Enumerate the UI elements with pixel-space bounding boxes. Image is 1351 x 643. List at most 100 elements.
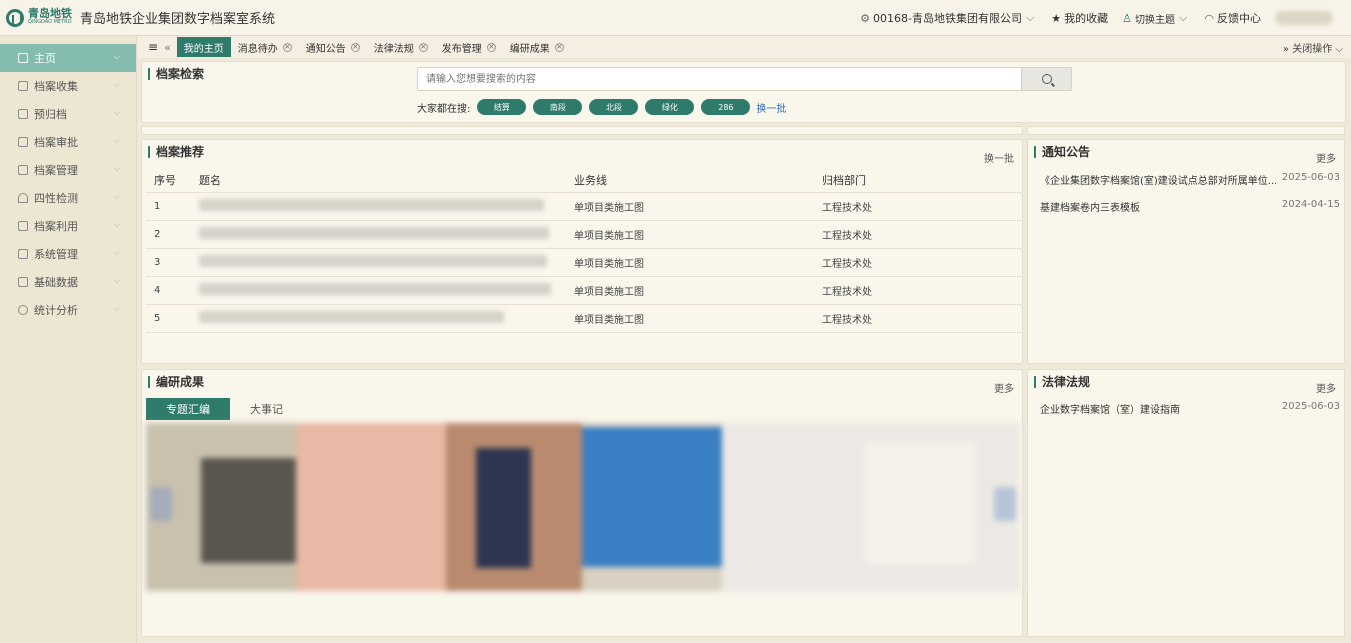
tab-bar: ≡ « 我的主页 消息待办 × 通知公告 × 法律法规 × 发布管理 × 编研成… (138, 36, 1351, 58)
tab-publish[interactable]: 发布管理 × (435, 37, 503, 57)
tab-research[interactable]: 编研成果 × (503, 37, 571, 57)
carousel-slide[interactable] (201, 458, 296, 563)
image-carousel[interactable] (146, 423, 1020, 591)
search-button[interactable] (1021, 68, 1071, 90)
title-blurred[interactable] (199, 198, 544, 211)
sidebar-item-collection[interactable]: 档案收集 ⌵ (0, 72, 136, 100)
scroll-left-icon[interactable]: « (164, 41, 171, 54)
close-operations-dropdown[interactable]: » 关闭操作 ⌵ (1283, 40, 1343, 55)
table-row[interactable]: 2 单项目类施工图 工程技术处 (146, 220, 1022, 249)
carousel-slide[interactable] (476, 448, 531, 568)
search-input[interactable] (418, 68, 1018, 90)
table-header-row: 序号 题名 业务线 归档部门 (146, 168, 1022, 193)
tab-messages[interactable]: 消息待办 × (231, 37, 299, 57)
tab-label: 消息待办 (237, 43, 278, 55)
approve-icon (18, 137, 28, 147)
chevron-down-icon: ⌵ (1335, 44, 1343, 55)
carousel-slide[interactable] (582, 427, 722, 567)
org-selector[interactable]: ⚙ 00168-青岛地铁集团有限公司 ⌵ (860, 10, 1037, 26)
carousel-slide[interactable] (866, 443, 976, 563)
laws-panel: 法律法规 更多 企业数字档案馆（室）建设指南 2025-06-03 (1027, 369, 1345, 637)
refresh-hot-link[interactable]: 换一批 (756, 100, 786, 115)
sidebar-item-base-data[interactable]: 基础数据 ⌵ (0, 268, 136, 296)
tab-my-home[interactable]: 我的主页 (176, 37, 231, 57)
carousel-prev-button[interactable] (150, 487, 172, 521)
hot-tag[interactable]: 绿化 (645, 99, 695, 115)
sidebar-item-label: 四性检测 (34, 192, 78, 205)
notice-title[interactable]: 《企业集团数字档案馆(室)建设试点总部对所属单位... (1040, 172, 1276, 199)
hot-tag[interactable]: 南段 (533, 99, 583, 115)
business-line: 单项目类施工图 (574, 248, 822, 277)
sidebar-item-label: 主页 (34, 52, 56, 65)
sidebar-item-approval[interactable]: 档案审批 ⌵ (0, 128, 136, 156)
list-item[interactable]: 基建档案卷内三表模板 2024-04-15 (1040, 199, 1340, 226)
headset-icon: ◠ (1204, 11, 1214, 25)
table-row[interactable]: 4 单项目类施工图 工程技术处 (146, 276, 1022, 305)
feedback-link[interactable]: ◠ 反馈中心 (1204, 10, 1261, 26)
star-icon: ★ (1051, 11, 1062, 25)
metro-logo-icon (6, 8, 24, 27)
tab-notices[interactable]: 通知公告 × (299, 37, 367, 57)
laws-more-link[interactable]: 更多 (1316, 380, 1336, 395)
hot-tag[interactable]: 北段 (589, 99, 639, 115)
chevron-down-icon: ⌵ (113, 192, 120, 201)
sidebar-item-utilization[interactable]: 档案利用 ⌵ (0, 212, 136, 240)
column-header: 序号 (146, 168, 199, 193)
close-icon[interactable]: × (282, 42, 292, 52)
research-subtabs: 专题汇编 大事记 (146, 398, 303, 420)
logo-name: 青岛地铁 (28, 6, 72, 20)
column-header: 题名 (199, 168, 574, 193)
tab-label: 法律法规 (373, 43, 414, 55)
logo-name-en: QINGDAO METRO (28, 18, 72, 25)
pie-icon (18, 305, 28, 315)
subtab-topic-compilation[interactable]: 专题汇编 (146, 398, 230, 420)
title-blurred[interactable] (199, 282, 551, 295)
sidebar-item-statistics[interactable]: 统计分析 ⌵ (0, 296, 136, 324)
hot-tag[interactable]: 286 (701, 99, 751, 115)
sidebar-item-home[interactable]: 主页 ⌵ (0, 44, 136, 72)
sidebar-item-label: 档案审批 (34, 136, 78, 149)
law-title[interactable]: 企业数字档案馆（室）建设指南 (1040, 401, 1180, 428)
favorites-link[interactable]: ★ 我的收藏 (1051, 10, 1108, 26)
top-bar: 青岛地铁 QINGDAO METRO 青岛地铁企业集团数字档案室系统 ⚙ 001… (0, 0, 1351, 36)
sidebar-item-management[interactable]: 档案管理 ⌵ (0, 156, 136, 184)
close-icon[interactable]: × (350, 42, 360, 52)
sidebar-item-four-checks[interactable]: 四性检测 ⌵ (0, 184, 136, 212)
close-icon[interactable]: × (554, 42, 564, 52)
menu-toggle-icon[interactable]: ≡ (148, 40, 158, 54)
list-item[interactable]: 企业数字档案馆（室）建设指南 2025-06-03 (1040, 401, 1340, 428)
tab-laws[interactable]: 法律法规 × (367, 37, 435, 57)
title-blurred[interactable] (199, 226, 549, 239)
system-title: 青岛地铁企业集团数字档案室系统 (80, 12, 276, 27)
recommend-refresh-link[interactable]: 换一批 (984, 150, 1014, 165)
carousel-next-button[interactable] (994, 487, 1016, 521)
table-row[interactable]: 3 单项目类施工图 工程技术处 (146, 248, 1022, 277)
recommend-panel: 档案推荐 换一批 序号 题名 业务线 归档部门 1 单项目类施工图 工程技术处 … (141, 139, 1023, 364)
notice-panel: 通知公告 更多 《企业集团数字档案馆(室)建设试点总部对所属单位... 2025… (1027, 139, 1345, 364)
laws-panel-title: 法律法规 (1034, 376, 1090, 388)
user-name[interactable] (1275, 11, 1333, 25)
tab-label: 发布管理 (441, 43, 482, 55)
table-row[interactable]: 1 单项目类施工图 工程技术处 (146, 192, 1022, 221)
close-ops-label: 关闭操作 (1292, 44, 1333, 55)
hot-tag[interactable]: 结算 (477, 99, 527, 115)
subtab-chronicle[interactable]: 大事记 (230, 398, 303, 420)
table-row[interactable]: 5 单项目类施工图 工程技术处 (146, 304, 1022, 333)
chevron-down-icon: ⌵ (113, 220, 120, 229)
title-blurred[interactable] (199, 254, 547, 267)
sidebar-item-system[interactable]: 系统管理 ⌵ (0, 240, 136, 268)
research-panel-title: 编研成果 (148, 376, 204, 388)
sidebar-item-label: 基础数据 (34, 276, 78, 289)
carousel-slide[interactable] (296, 423, 446, 591)
research-more-link[interactable]: 更多 (994, 380, 1014, 395)
close-icon[interactable]: × (486, 42, 496, 52)
close-icon[interactable]: × (418, 42, 428, 52)
favorites-label: 我的收藏 (1064, 12, 1109, 25)
sidebar-item-pre-archive[interactable]: 预归档 ⌵ (0, 100, 136, 128)
notice-title[interactable]: 基建档案卷内三表模板 (1040, 199, 1140, 226)
list-item[interactable]: 《企业集团数字档案馆(室)建设试点总部对所属单位... 2025-06-03 (1040, 172, 1340, 199)
switch-theme-dropdown[interactable]: ♙ 切换主题 ⌵ (1122, 11, 1190, 26)
title-blurred[interactable] (199, 310, 504, 323)
notice-more-link[interactable]: 更多 (1316, 150, 1336, 165)
recommend-panel-title: 档案推荐 (148, 146, 204, 158)
